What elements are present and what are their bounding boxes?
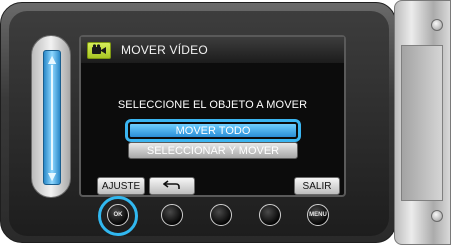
ajuste-button[interactable]: AJUSTE xyxy=(97,177,145,195)
ok-label: OK xyxy=(113,212,123,218)
video-camera-icon xyxy=(87,41,111,59)
menu-button[interactable]: MENU xyxy=(307,204,329,226)
page-title: MOVER VÍDEO xyxy=(121,43,208,57)
hinge-panel xyxy=(401,45,443,201)
option-seleccionar-y-mover[interactable]: SELECCIONAR Y MOVER xyxy=(128,142,298,159)
lcd-screen: MOVER VÍDEO SELECCIONE EL OBJETO A MOVER… xyxy=(79,35,346,197)
salir-button[interactable]: SALIR xyxy=(294,177,340,195)
ok-button[interactable]: OK xyxy=(107,204,129,226)
screen-hinge xyxy=(394,0,451,245)
back-button[interactable] xyxy=(149,177,195,195)
screen-header: MOVER VÍDEO xyxy=(81,37,344,63)
camcorder-body: ▲ ▼ MOVER VÍDEO SELECCIONE EL OBJETO A M… xyxy=(0,2,396,243)
option-mover-todo[interactable]: MOVER TODO xyxy=(128,122,298,139)
touch-slider[interactable]: ▲ ▼ xyxy=(31,35,71,198)
screw-top xyxy=(431,19,443,31)
return-arrow-icon xyxy=(162,179,181,193)
instruction-text: SELECCIONE EL OBJETO A MOVER xyxy=(117,99,308,111)
slider-track[interactable]: ▲ ▼ xyxy=(43,50,61,185)
slider-shaft xyxy=(51,65,53,170)
arrow-down-icon: ▼ xyxy=(45,168,59,184)
hardware-button-row: OK MENU xyxy=(1,196,397,236)
hardware-button-4[interactable] xyxy=(259,204,281,226)
hardware-button-3[interactable] xyxy=(210,204,232,226)
hardware-button-2[interactable] xyxy=(161,204,183,226)
soft-button-bar: AJUSTE SALIR xyxy=(81,177,344,197)
menu-label: MENU xyxy=(309,212,327,218)
screw-bottom xyxy=(431,210,443,222)
